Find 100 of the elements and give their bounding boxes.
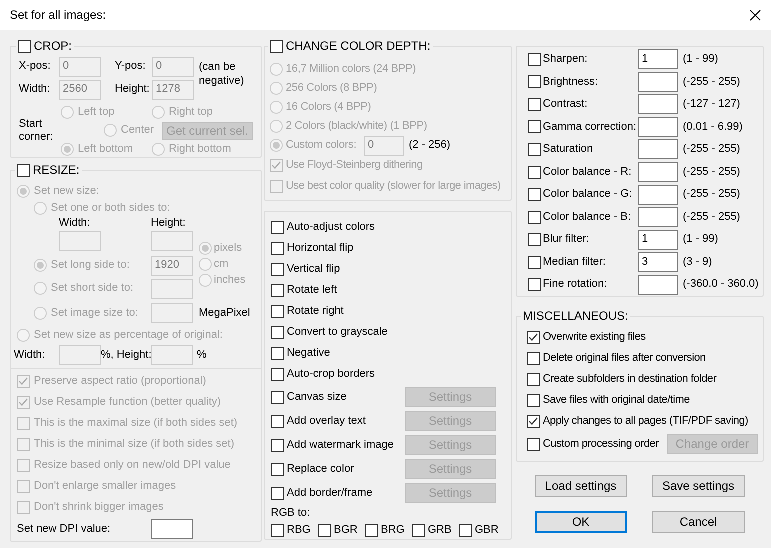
label: cm — [214, 256, 229, 272]
label: Add overlay text — [287, 414, 366, 429]
label: Use Floyd-Steinberg dithering — [286, 158, 423, 173]
label: Saturation — [543, 142, 594, 158]
checkbox[interactable] — [271, 462, 284, 476]
label: (-255 - 255) — [683, 74, 740, 90]
label: Right top — [169, 104, 214, 120]
input-field[interactable] — [638, 207, 678, 228]
input-field[interactable] — [638, 274, 678, 295]
label: (0.01 - 6.99) — [683, 120, 743, 135]
label: Negative — [287, 346, 330, 362]
label: Convert to grayscale — [287, 325, 388, 340]
input-field[interactable] — [638, 162, 678, 182]
input-field[interactable]: 1 — [638, 49, 678, 70]
label: Set new size as percentage of original: — [34, 328, 223, 343]
input-field[interactable] — [638, 116, 678, 137]
label: %, Height: — [101, 348, 151, 363]
button[interactable]: Cancel — [652, 511, 745, 533]
label: Resize based only on new/old DPI value — [34, 458, 231, 474]
label: Create subfolders in destination folder — [543, 372, 717, 388]
label: This is the minimal size (if both sides set) — [34, 437, 235, 452]
checkbox[interactable] — [528, 233, 541, 246]
checkbox[interactable] — [528, 188, 541, 202]
label: Color balance - G: — [543, 187, 632, 202]
checkbox[interactable] — [528, 98, 541, 111]
close-icon[interactable] — [750, 10, 761, 20]
checkbox[interactable] — [271, 242, 284, 255]
checkbox[interactable] — [527, 394, 540, 407]
checkbox[interactable] — [528, 256, 541, 269]
button[interactable]: Load settings — [535, 475, 627, 497]
label: Set long side to: — [51, 258, 130, 274]
label: Color balance - B: — [543, 210, 632, 225]
checkbox[interactable] — [528, 278, 541, 292]
checkbox[interactable] — [271, 368, 284, 381]
checkbox[interactable] — [271, 347, 284, 360]
input-field[interactable] — [638, 139, 678, 160]
label: Width: — [14, 348, 46, 363]
checkbox[interactable] — [527, 373, 540, 386]
label: (-127 - 127) — [683, 97, 740, 112]
input-field[interactable] — [638, 94, 678, 114]
checkbox[interactable] — [271, 390, 284, 404]
input-field[interactable] — [638, 184, 678, 205]
label: (1 - 99) — [683, 232, 718, 248]
label: Left bottom — [78, 142, 134, 158]
label: 16,7 Million colors (24 BPP) — [286, 62, 416, 78]
label: Center — [121, 123, 154, 138]
checkbox[interactable] — [528, 142, 541, 156]
input-field[interactable]: 3 — [638, 252, 678, 272]
checkbox[interactable] — [527, 415, 540, 428]
label: Rotate right — [287, 304, 344, 320]
window-title: Set for all images: — [10, 7, 106, 24]
label: Don't shrink bigger images — [34, 500, 164, 516]
checkbox[interactable] — [271, 221, 284, 234]
checkbox[interactable] — [365, 524, 378, 536]
label: MegaPixel — [199, 306, 250, 321]
label: % — [197, 348, 207, 363]
input-field[interactable]: 1 — [638, 230, 678, 250]
label: (-255 - 255) — [683, 210, 740, 225]
label: Start corner: — [19, 118, 54, 144]
label: Apply changes to all pages (TIF/PDF saving) — [543, 414, 748, 430]
label: Set short side to: — [51, 281, 134, 296]
label: This is the maximal size (if both sides set) — [34, 416, 238, 432]
label: 256 Colors (8 BPP) — [286, 81, 378, 96]
input-field[interactable] — [638, 72, 678, 92]
checkbox[interactable] — [271, 414, 284, 428]
section-title: CHANGE COLOR DEPTH: — [286, 38, 431, 55]
button[interactable]: OK — [535, 511, 627, 533]
checkbox[interactable] — [271, 438, 284, 452]
label: 16 Colors (4 BPP) — [286, 100, 372, 116]
button[interactable]: Save settings — [652, 475, 745, 497]
label: Rotate left — [287, 283, 338, 298]
checkbox[interactable] — [271, 305, 284, 318]
checkbox[interactable] — [528, 52, 541, 66]
checkbox[interactable] — [527, 438, 540, 450]
label: Vertical flip — [287, 262, 340, 278]
checkbox[interactable] — [271, 284, 284, 297]
label: Custom colors: — [286, 138, 357, 154]
checkbox[interactable] — [412, 524, 425, 536]
checkbox[interactable] — [527, 352, 540, 365]
label: Overwrite existing files — [543, 330, 646, 346]
checkbox[interactable] — [318, 524, 331, 536]
label: Horizontal flip — [287, 241, 354, 256]
section-title: MISCELLANEOUS: — [523, 308, 628, 325]
label: Gamma correction: — [543, 120, 637, 135]
checkbox[interactable] — [459, 524, 472, 536]
label: (-255 - 255) — [683, 142, 740, 158]
label: (-255 - 255) — [683, 187, 740, 202]
checkbox[interactable] — [527, 331, 540, 344]
checkbox[interactable] — [271, 486, 284, 500]
checkbox[interactable] — [271, 263, 284, 276]
checkbox[interactable] — [528, 120, 541, 134]
checkbox[interactable] — [271, 326, 284, 339]
checkbox[interactable] — [528, 210, 541, 224]
label: Contrast: — [543, 97, 588, 112]
label: Width: — [19, 82, 52, 98]
checkbox[interactable] — [528, 75, 541, 88]
checkbox[interactable] — [271, 524, 284, 536]
label: Use best color quality (slower for large images) — [286, 178, 501, 194]
label: Add border/frame — [287, 486, 373, 501]
checkbox[interactable] — [528, 166, 541, 178]
